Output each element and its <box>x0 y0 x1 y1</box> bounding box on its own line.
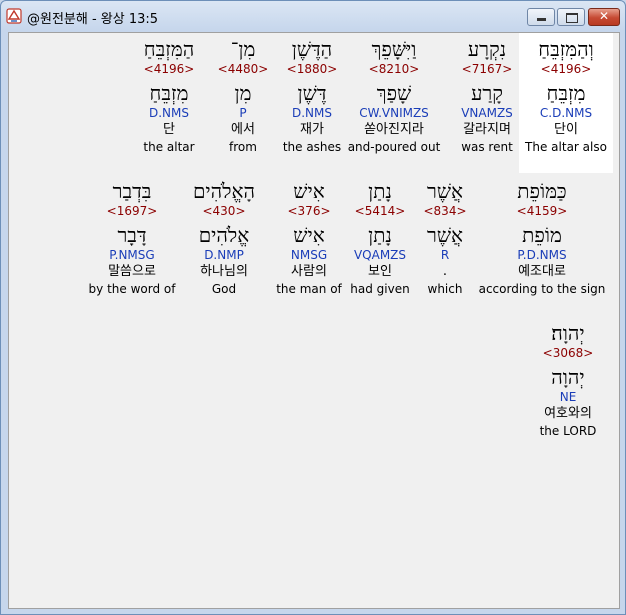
hebrew-lemma: קָרַע <box>471 81 503 105</box>
english-gloss: had given <box>350 282 410 296</box>
korean-gloss: 에서 <box>231 122 255 137</box>
title-bar[interactable]: @원전분해 - 왕상 13:5 <box>1 1 625 31</box>
korean-gloss: 말씀으로 <box>108 264 156 279</box>
app-logo-icon <box>6 8 22 24</box>
strong-number: <8210> <box>368 62 420 76</box>
hebrew-lemma: דָּבָר <box>117 223 147 247</box>
hebrew-word: יְהוָה׃ <box>551 321 585 345</box>
english-gloss: the man of <box>276 282 342 296</box>
strong-number: <4196> <box>540 62 592 76</box>
strong-number: <3068> <box>542 346 594 360</box>
word-cell[interactable]: מִן־ <4480> מִן P 에서 from <box>218 37 269 155</box>
parsing-code: P.D.NMS <box>517 248 567 262</box>
parsing-code: P.NMSG <box>109 248 155 262</box>
hebrew-lemma: אֱלֹהִים <box>198 223 250 247</box>
word-cell[interactable]: וְהַמִּזְבֵּחַ <4196> מִזְבֵּחַ C.D.NMS 단이 Th… <box>525 37 607 155</box>
korean-gloss: 쏟아진지라 <box>364 122 424 137</box>
english-gloss: by the word of <box>88 282 176 296</box>
strong-number: <1697> <box>106 204 158 218</box>
korean-gloss: 예조대로 <box>518 264 566 279</box>
hebrew-lemma: יְהוָה <box>551 365 585 389</box>
hebrew-word: מִן־ <box>230 37 256 61</box>
hebrew-word: הַדֶּשֶׁן <box>291 37 333 61</box>
hebrew-word: הָאֱלֹהִים <box>192 179 256 203</box>
strong-number: <4159> <box>516 204 568 218</box>
strong-number: <1880> <box>286 62 338 76</box>
word-cell[interactable]: נָתַן <5414> נָתַן VQAMZS 보인 had given <box>350 179 409 297</box>
hebrew-word: אֲשֶׁר <box>426 179 463 203</box>
strong-number: <430> <box>202 204 246 218</box>
hebrew-lemma: מוֹפֵת <box>522 223 562 247</box>
hebrew-lemma: מִזְבֵּחַ <box>149 81 189 105</box>
korean-gloss: 여호와의 <box>544 406 592 421</box>
app-window: @원전분해 - 왕상 13:5 וְהַמִּזְבֵּחַ<4196>מִזְ… <box>0 0 626 615</box>
parsing-code: C.D.NMS <box>539 106 593 120</box>
korean-gloss: 하나님의 <box>200 264 248 279</box>
hebrew-lemma: נָתַן <box>368 223 392 247</box>
word-cell[interactable]: הַדֶּשֶׁן <1880> דֶּשֶׁן D.NMS 재가 the ashes <box>283 37 341 155</box>
korean-gloss: 재가 <box>300 122 324 137</box>
hebrew-word: נִקְרָע <box>467 37 507 61</box>
hebrew-lemma: אִישׁ <box>293 223 325 247</box>
close-button[interactable] <box>588 8 620 26</box>
word-cell[interactable]: הַמִּזְבֵּחַ <4196> מִזְבֵּחַ D.NMS 단 the alt… <box>143 37 194 155</box>
hebrew-word: נָתַן <box>368 179 392 203</box>
korean-gloss: 사람의 <box>291 264 327 279</box>
word-cell[interactable]: אֲשֶׁר <834> אֲשֶׁר R. which <box>423 179 466 297</box>
parsing-code: D.NMS <box>148 106 189 120</box>
strong-number: <4480> <box>217 62 269 76</box>
parsing-code: CW.VNIMZS <box>359 106 429 120</box>
parsing-code: R <box>440 248 450 262</box>
interlinear-panel: וְהַמִּזְבֵּחַ <4196> מִזְבֵּחַ C.D.NMS 단이 Th… <box>8 32 620 609</box>
hebrew-word: הַמִּזְבֵּחַ <box>143 37 195 61</box>
english-gloss: was rent <box>461 140 513 154</box>
korean-gloss: . <box>442 264 448 279</box>
korean-gloss: 보인 <box>368 264 392 279</box>
english-gloss: The altar also <box>525 140 607 154</box>
hebrew-word: בִּדְבַר <box>112 179 152 203</box>
hebrew-word: כַּמּוֹפֵת <box>517 179 567 203</box>
english-gloss: the ashes <box>282 140 342 154</box>
word-cell[interactable]: וַיִּשָּׁפֵךְ <8210> שָׁפַךְ CW.VNIMZS 쏟아진지라… <box>348 37 441 155</box>
parsing-code: NMSG <box>290 248 328 262</box>
hebrew-lemma: מִן <box>234 81 252 105</box>
parsing-code: VQAMZS <box>353 248 407 262</box>
hebrew-word: אִישׁ <box>293 179 325 203</box>
hebrew-lemma: אֲשֶׁר <box>426 223 463 247</box>
parsing-code: D.NMP <box>204 248 244 262</box>
strong-number: <7167> <box>461 62 513 76</box>
english-gloss: the altar <box>143 140 195 154</box>
korean-gloss: 단 <box>163 122 175 137</box>
word-cell[interactable]: אִישׁ <376> אִישׁ NMSG 사람의 the man of <box>276 179 342 297</box>
english-gloss: which <box>427 282 463 296</box>
english-gloss: and-poured out <box>347 140 441 154</box>
hebrew-lemma: שָׁפַךְ <box>376 81 412 105</box>
parsing-code: D.NMS <box>291 106 333 120</box>
parsing-code: NE <box>559 390 577 404</box>
word-cell[interactable]: בִּדְבַר <1697> דָּבָר P.NMSG 말씀으로 by the wor… <box>89 179 176 297</box>
korean-gloss: 단이 <box>554 122 578 137</box>
word-cell[interactable]: הָאֱלֹהִים <430> אֱלֹהִים D.NMP 하나님의 God <box>193 179 255 297</box>
strong-number: <834> <box>423 204 467 218</box>
parsing-code: VNAMZS <box>461 106 513 120</box>
strong-number: <5414> <box>354 204 406 218</box>
hebrew-word: וַיִּשָּׁפֵךְ <box>371 37 417 61</box>
english-gloss: from <box>229 140 257 154</box>
strong-number: <376> <box>287 204 331 218</box>
hebrew-lemma: דֶּשֶׁן <box>297 81 327 105</box>
maximize-button[interactable] <box>557 8 585 26</box>
word-cell[interactable]: נִקְרָע <7167> קָרַע VNAMZS 갈라지며 was rent <box>461 37 513 155</box>
english-gloss: according to the sign <box>478 282 606 296</box>
word-cell[interactable]: יְהוָה׃ <3068> יְהוָה NE 여호와의 the LORD <box>540 321 597 439</box>
window-title: @원전분해 - 왕상 13:5 <box>27 12 159 27</box>
minimize-button[interactable] <box>527 8 555 26</box>
parsing-code: P <box>239 106 247 120</box>
english-gloss: the LORD <box>539 424 597 438</box>
strong-number: <4196> <box>143 62 195 76</box>
word-cell[interactable]: כַּמּוֹפֵת <4159> מוֹפֵת P.D.NMS 예조대로 accordi… <box>479 179 606 297</box>
english-gloss: God <box>211 282 237 296</box>
korean-gloss: 갈라지며 <box>463 122 511 137</box>
hebrew-lemma: מִזְבֵּחַ <box>546 81 586 105</box>
hebrew-word: וְהַמִּזְבֵּחַ <box>538 37 594 61</box>
